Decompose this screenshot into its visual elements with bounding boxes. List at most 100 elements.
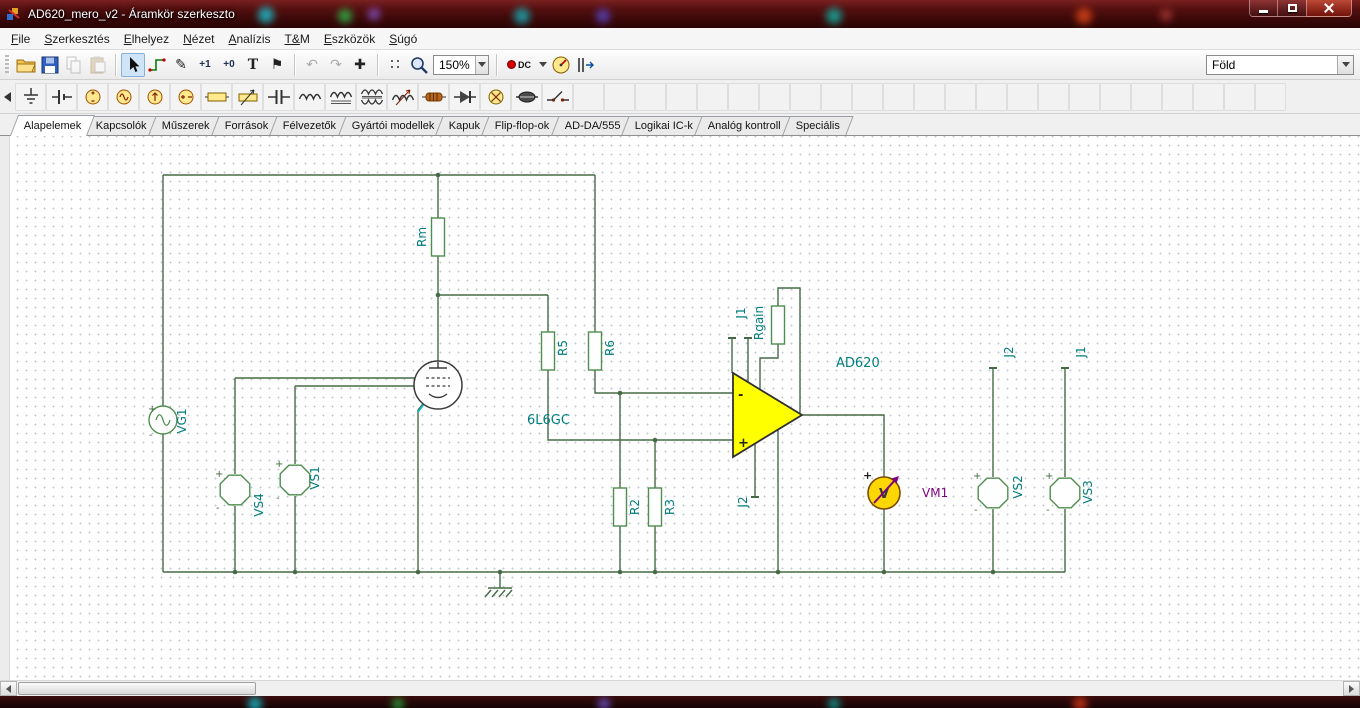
meter-button[interactable] — [549, 53, 573, 77]
component-slot-empty — [821, 82, 852, 111]
titlebar[interactable]: AD620_mero_v2 - Áramkör szerkeszto — [0, 0, 1360, 28]
text-tool-button[interactable]: T — [241, 53, 265, 77]
component-switch-button[interactable] — [542, 82, 573, 111]
toolbar-grip[interactable] — [5, 54, 10, 75]
component-fuse-button[interactable] — [511, 82, 542, 111]
component-vs4[interactable] — [219, 474, 251, 506]
scrollbar-thumb[interactable] — [18, 682, 256, 695]
component-iron-core-inductor-button[interactable] — [325, 82, 356, 111]
pen-icon: ✎ — [175, 56, 187, 73]
component-vm1-voltmeter[interactable]: V + — [863, 469, 901, 510]
component-slot-empty — [573, 82, 604, 111]
menu-tm[interactable]: T&M — [278, 30, 317, 48]
component-r5[interactable] — [540, 331, 556, 371]
grid-toggle-button[interactable] — [383, 53, 407, 77]
menu-edit[interactable]: Szerkesztés — [37, 30, 116, 48]
component-r2[interactable] — [612, 487, 628, 527]
menu-file[interactable]: File — [4, 30, 37, 48]
move-icon: ✚ — [354, 56, 366, 73]
close-icon — [1324, 3, 1334, 13]
component-resistor-us-button[interactable] — [418, 82, 449, 111]
label-vm1: VM1 — [922, 486, 948, 500]
component-current-generator-button[interactable] — [170, 82, 201, 111]
component-potentiometer-button[interactable] — [232, 82, 263, 111]
component-lamp-button[interactable] — [480, 82, 511, 111]
move-tool-button[interactable]: ✚ — [348, 53, 372, 77]
component-voltage-generator-button[interactable] — [108, 82, 139, 111]
select-cursor-button[interactable] — [121, 52, 145, 77]
component-resistor-button[interactable] — [201, 82, 232, 111]
redo-icon: ↷ — [330, 56, 342, 73]
paste-button[interactable] — [86, 53, 110, 77]
menu-help[interactable]: Súgó — [382, 30, 424, 48]
scroll-right-button[interactable] — [1343, 681, 1360, 696]
dc-mode-dropdown-button[interactable] — [536, 53, 549, 77]
toolbar-separator — [115, 53, 116, 76]
tab-analog-kontroll[interactable]: Analóg kontroll — [694, 116, 795, 135]
component-voltage-source-button[interactable] — [77, 82, 108, 111]
ground-node-dropdown-button[interactable] — [1337, 55, 1353, 74]
close-button[interactable] — [1306, 0, 1352, 17]
schematic-canvas[interactable]: - + V + + - + - + - + - + - Rm VG1 VS4 V… — [10, 136, 1360, 680]
component-coupled-inductors-button[interactable] — [387, 82, 418, 111]
component-inductor-button[interactable] — [294, 82, 325, 111]
label-rm: Rm — [415, 227, 429, 247]
tab-alapelemek[interactable]: Alapelemek — [9, 115, 96, 136]
opamp-inverting-mark: - — [738, 388, 743, 403]
menu-tools[interactable]: Eszközök — [317, 30, 382, 48]
horizontal-scrollbar[interactable] — [0, 680, 1360, 696]
component-diode-button[interactable] — [449, 82, 480, 111]
zoom-button[interactable] — [407, 53, 431, 77]
component-r3[interactable] — [647, 487, 663, 527]
open-button[interactable] — [14, 53, 38, 77]
zoom-level-combobox[interactable]: 150% — [433, 54, 489, 75]
flag-tool-button[interactable]: ⚑ — [265, 53, 289, 77]
ground-node-combobox[interactable]: Föld — [1206, 54, 1354, 75]
component-rm[interactable] — [430, 217, 446, 257]
redo-button[interactable]: ↷ — [324, 53, 348, 77]
undo-button[interactable]: ↶ — [300, 53, 324, 77]
menu-insert[interactable]: Elhelyez — [117, 30, 176, 48]
tab-specialis[interactable]: Speciális — [782, 116, 854, 135]
component-transformer-button[interactable] — [356, 82, 387, 111]
opamp-noninverting-mark: + — [738, 436, 749, 451]
menu-analysis[interactable]: Analízis — [221, 30, 277, 48]
maximize-button[interactable] — [1278, 0, 1306, 17]
copy-button[interactable] — [62, 53, 86, 77]
copy-icon — [66, 56, 81, 73]
logic-high-button[interactable]: +1 — [193, 53, 217, 77]
dc-analysis-button[interactable]: DC — [502, 53, 536, 77]
zoom-dropdown-button[interactable] — [474, 55, 488, 74]
component-vs3[interactable] — [1049, 477, 1081, 509]
logic-low-button[interactable]: +0 — [217, 53, 241, 77]
save-button[interactable] — [38, 53, 62, 77]
component-vs1[interactable] — [279, 464, 311, 496]
component-capacitor-button[interactable] — [263, 82, 294, 111]
label-vs1: VS1 — [308, 466, 322, 489]
component-tube-6l6gc[interactable] — [413, 360, 463, 410]
minimize-button[interactable] — [1249, 0, 1278, 17]
component-slot-empty — [1224, 82, 1255, 111]
minimize-icon — [1259, 9, 1268, 13]
component-r6[interactable] — [587, 331, 603, 371]
component-vs2[interactable] — [977, 477, 1009, 509]
component-ground-button[interactable] — [15, 82, 46, 111]
scroll-left-button[interactable] — [0, 681, 17, 696]
tab-gyartoi-modellek[interactable]: Gyártói modellek — [337, 116, 448, 135]
component-labels[interactable]: Rm VG1 VS4 VS1 6L6GC R5 R6 R2 R3 J1 Rgai… — [175, 227, 1095, 517]
component-ground[interactable] — [484, 587, 513, 598]
instrument-probe-button[interactable] — [573, 53, 597, 77]
component-ad620-opamp[interactable]: - + — [732, 371, 804, 459]
component-battery-button[interactable] — [46, 82, 77, 111]
component-current-source-button[interactable] — [139, 82, 170, 111]
taskbar[interactable] — [0, 696, 1360, 708]
svg-text:-: - — [149, 430, 153, 441]
menu-view[interactable]: Nézet — [176, 30, 221, 48]
component-rgain[interactable] — [770, 305, 786, 345]
label-vs4: VS4 — [252, 493, 266, 516]
wire-tool-button[interactable] — [145, 53, 169, 77]
canvas-left-edge — [0, 136, 10, 680]
pen-tool-button[interactable]: ✎ — [169, 53, 193, 77]
toolbar-collapse-handle[interactable] — [4, 91, 11, 102]
aero-glass-reflection — [514, 8, 530, 24]
